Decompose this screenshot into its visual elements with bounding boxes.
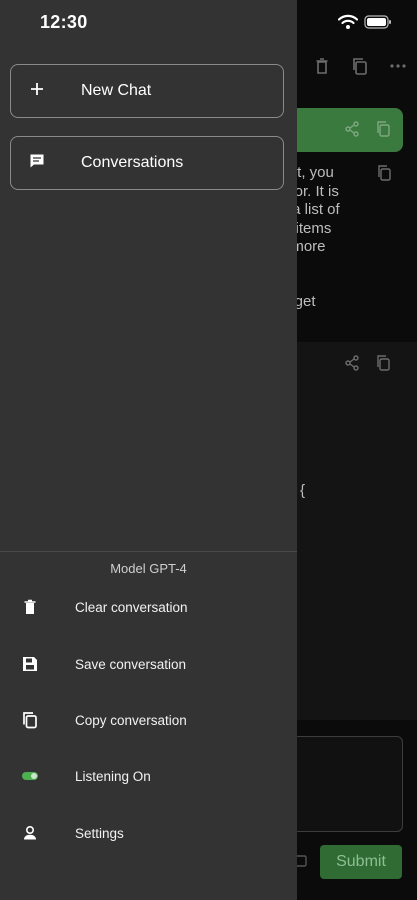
trash-icon	[21, 598, 39, 616]
listening-on-label: Listening On	[75, 769, 151, 784]
copy-icon	[21, 711, 39, 729]
listening-toggle-item[interactable]: Listening On	[0, 757, 297, 797]
new-chat-button[interactable]: New Chat	[10, 64, 284, 118]
model-label: Model GPT-4	[110, 561, 187, 576]
share-icon[interactable]	[343, 120, 361, 138]
copy-icon[interactable]	[375, 120, 393, 138]
conversations-label: Conversations	[81, 154, 184, 171]
new-chat-label: New Chat	[81, 82, 152, 99]
conversations-button[interactable]: Conversations	[10, 136, 284, 190]
plus-icon	[29, 81, 45, 97]
drawer-divider	[0, 551, 297, 552]
app-screen: list, you ctor. It is r a list of e item…	[0, 0, 417, 900]
toggle-on-icon	[21, 767, 39, 785]
message-input[interactable]	[285, 736, 403, 832]
code-text: {	[300, 482, 306, 499]
save-icon	[21, 655, 39, 673]
clear-conversation-label: Clear conversation	[75, 600, 188, 615]
copy-conversation-item[interactable]: Copy conversation	[0, 701, 297, 741]
copy-icon[interactable]	[376, 164, 394, 182]
chat-bubble-icon	[29, 153, 45, 169]
trash-icon[interactable]	[312, 56, 332, 76]
assistant-message-text-2: idget	[283, 293, 316, 310]
copy-icon[interactable]	[375, 354, 393, 372]
copy-icon[interactable]	[350, 56, 370, 76]
status-bar: 12:30	[0, 0, 417, 46]
status-time: 12:30	[40, 12, 88, 32]
copy-conversation-label: Copy conversation	[75, 713, 187, 728]
submit-button[interactable]: Submit	[320, 845, 402, 879]
battery-icon	[364, 14, 392, 30]
more-icon[interactable]	[388, 56, 408, 76]
settings-label: Settings	[75, 826, 124, 841]
save-conversation-label: Save conversation	[75, 657, 187, 672]
wifi-icon	[337, 14, 359, 30]
save-conversation-item[interactable]: Save conversation	[0, 645, 297, 685]
clear-conversation-item[interactable]: Clear conversation	[0, 588, 297, 628]
settings-item[interactable]: Settings	[0, 814, 297, 854]
share-icon[interactable]	[343, 354, 361, 372]
navigation-drawer: New Chat Conversations Model GPT-4 Clear…	[0, 0, 297, 900]
person-icon	[21, 824, 39, 842]
user-message-bubble	[285, 108, 403, 152]
code-block: {	[285, 342, 417, 720]
